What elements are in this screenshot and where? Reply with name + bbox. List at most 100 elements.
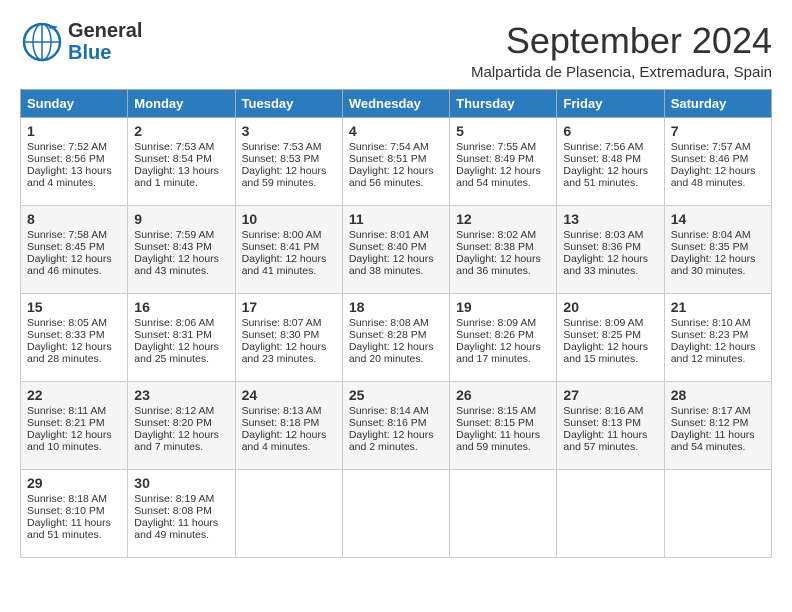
calendar-cell: 25Sunrise: 8:14 AMSunset: 8:16 PMDayligh… bbox=[342, 382, 449, 470]
daylight-text: Daylight: 12 hours and 56 minutes. bbox=[349, 165, 434, 189]
sunset-text: Sunset: 8:48 PM bbox=[563, 153, 641, 165]
sunrise-text: Sunrise: 8:12 AM bbox=[134, 405, 214, 417]
day-number: 10 bbox=[242, 211, 336, 227]
sunset-text: Sunset: 8:49 PM bbox=[456, 153, 534, 165]
sunset-text: Sunset: 8:15 PM bbox=[456, 417, 534, 429]
sunset-text: Sunset: 8:33 PM bbox=[27, 329, 105, 341]
sunset-text: Sunset: 8:56 PM bbox=[27, 153, 105, 165]
calendar-cell bbox=[342, 470, 449, 558]
logo-blue: Blue bbox=[68, 42, 142, 64]
sunset-text: Sunset: 8:30 PM bbox=[242, 329, 320, 341]
daylight-text: Daylight: 12 hours and 30 minutes. bbox=[671, 253, 756, 277]
calendar-cell: 6Sunrise: 7:56 AMSunset: 8:48 PMDaylight… bbox=[557, 118, 664, 206]
weekday-header-wednesday: Wednesday bbox=[342, 90, 449, 118]
calendar-cell: 4Sunrise: 7:54 AMSunset: 8:51 PMDaylight… bbox=[342, 118, 449, 206]
calendar-cell: 27 Sunrise: 8:16 AMSunset: 8:13 PMDayligh… bbox=[557, 382, 664, 470]
day-number: 22 bbox=[27, 387, 121, 403]
day-number: 4 bbox=[349, 123, 443, 139]
day-number: 23 bbox=[134, 387, 228, 403]
sunrise-text: Sunrise: 8:16 AM bbox=[563, 405, 643, 417]
sunset-text: Sunset: 8:43 PM bbox=[134, 241, 212, 253]
calendar-cell: 3Sunrise: 7:53 AMSunset: 8:53 PMDaylight… bbox=[235, 118, 342, 206]
sunrise-text: Sunrise: 8:01 AM bbox=[349, 229, 429, 241]
daylight-text: Daylight: 11 hours and 49 minutes. bbox=[134, 517, 218, 541]
calendar-week-row: 22Sunrise: 8:11 AMSunset: 8:21 PMDayligh… bbox=[21, 382, 772, 470]
daylight-text: Daylight: 11 hours and 51 minutes. bbox=[27, 517, 111, 541]
sunset-text: Sunset: 8:10 PM bbox=[27, 505, 105, 517]
globe-icon bbox=[20, 20, 64, 64]
calendar-cell: 14 Sunrise: 8:04 AMSunset: 8:35 PMDayligh… bbox=[664, 206, 771, 294]
calendar-cell bbox=[664, 470, 771, 558]
weekday-header-sunday: Sunday bbox=[21, 90, 128, 118]
daylight-text: Daylight: 12 hours and 28 minutes. bbox=[27, 341, 112, 365]
day-number: 19 bbox=[456, 299, 550, 315]
sunrise-text: Sunrise: 8:15 AM bbox=[456, 405, 536, 417]
daylight-text: Daylight: 12 hours and 20 minutes. bbox=[349, 341, 434, 365]
calendar-week-row: 1Sunrise: 7:52 AMSunset: 8:56 PMDaylight… bbox=[21, 118, 772, 206]
calendar-cell: 1Sunrise: 7:52 AMSunset: 8:56 PMDaylight… bbox=[21, 118, 128, 206]
weekday-header-row: SundayMondayTuesdayWednesdayThursdayFrid… bbox=[21, 90, 772, 118]
day-number: 13 bbox=[563, 211, 657, 227]
day-number: 30 bbox=[134, 475, 228, 491]
daylight-text: Daylight: 12 hours and 25 minutes. bbox=[134, 341, 219, 365]
daylight-text: Daylight: 11 hours and 57 minutes. bbox=[563, 429, 647, 453]
calendar-cell: 21Sunrise: 8:10 AMSunset: 8:23 PMDayligh… bbox=[664, 294, 771, 382]
sunset-text: Sunset: 8:54 PM bbox=[134, 153, 212, 165]
calendar-cell: 16Sunrise: 8:06 AMSunset: 8:31 PMDayligh… bbox=[128, 294, 235, 382]
daylight-text: Daylight: 12 hours and 48 minutes. bbox=[671, 165, 756, 189]
calendar-cell: 11Sunrise: 8:01 AMSunset: 8:40 PMDayligh… bbox=[342, 206, 449, 294]
day-number: 14 bbox=[671, 211, 765, 227]
sunrise-text: Sunrise: 8:04 AM bbox=[671, 229, 751, 241]
daylight-text: Daylight: 12 hours and 41 minutes. bbox=[242, 253, 327, 277]
sunrise-text: Sunrise: 7:55 AM bbox=[456, 141, 536, 153]
calendar-cell: 9Sunrise: 7:59 AMSunset: 8:43 PMDaylight… bbox=[128, 206, 235, 294]
sunset-text: Sunset: 8:08 PM bbox=[134, 505, 212, 517]
sunrise-text: Sunrise: 7:59 AM bbox=[134, 229, 214, 241]
calendar-cell: 12Sunrise: 8:02 AMSunset: 8:38 PMDayligh… bbox=[450, 206, 557, 294]
sunset-text: Sunset: 8:25 PM bbox=[563, 329, 641, 341]
sunset-text: Sunset: 8:18 PM bbox=[242, 417, 320, 429]
calendar-cell: 8Sunrise: 7:58 AMSunset: 8:45 PMDaylight… bbox=[21, 206, 128, 294]
daylight-text: Daylight: 13 hours and 4 minutes. bbox=[27, 165, 112, 189]
daylight-text: Daylight: 12 hours and 51 minutes. bbox=[563, 165, 648, 189]
day-number: 11 bbox=[349, 211, 443, 227]
sunrise-text: Sunrise: 8:19 AM bbox=[134, 493, 214, 505]
sunrise-text: Sunrise: 7:53 AM bbox=[134, 141, 214, 153]
calendar-cell: 22Sunrise: 8:11 AMSunset: 8:21 PMDayligh… bbox=[21, 382, 128, 470]
sunset-text: Sunset: 8:16 PM bbox=[349, 417, 427, 429]
calendar-cell: 19Sunrise: 8:09 AMSunset: 8:26 PMDayligh… bbox=[450, 294, 557, 382]
day-number: 2 bbox=[134, 123, 228, 139]
sunset-text: Sunset: 8:26 PM bbox=[456, 329, 534, 341]
daylight-text: Daylight: 13 hours and 1 minute. bbox=[134, 165, 219, 189]
daylight-text: Daylight: 12 hours and 12 minutes. bbox=[671, 341, 756, 365]
sunrise-text: Sunrise: 7:57 AM bbox=[671, 141, 751, 153]
sunrise-text: Sunrise: 7:58 AM bbox=[27, 229, 107, 241]
sunset-text: Sunset: 8:20 PM bbox=[134, 417, 212, 429]
sunrise-text: Sunrise: 7:53 AM bbox=[242, 141, 322, 153]
sunrise-text: Sunrise: 8:02 AM bbox=[456, 229, 536, 241]
sunrise-text: Sunrise: 8:18 AM bbox=[27, 493, 107, 505]
sunset-text: Sunset: 8:13 PM bbox=[563, 417, 641, 429]
day-number: 15 bbox=[27, 299, 121, 315]
daylight-text: Daylight: 12 hours and 46 minutes. bbox=[27, 253, 112, 277]
sunrise-text: Sunrise: 8:10 AM bbox=[671, 317, 751, 329]
day-number: 24 bbox=[242, 387, 336, 403]
sunset-text: Sunset: 8:21 PM bbox=[27, 417, 105, 429]
day-number: 29 bbox=[27, 475, 121, 491]
day-number: 12 bbox=[456, 211, 550, 227]
calendar-cell: 15 Sunrise: 8:05 AMSunset: 8:33 PMDayligh… bbox=[21, 294, 128, 382]
daylight-text: Daylight: 12 hours and 15 minutes. bbox=[563, 341, 648, 365]
sunset-text: Sunset: 8:53 PM bbox=[242, 153, 320, 165]
calendar-week-row: 29Sunrise: 8:18 AMSunset: 8:10 PMDayligh… bbox=[21, 470, 772, 558]
calendar-cell: 23Sunrise: 8:12 AMSunset: 8:20 PMDayligh… bbox=[128, 382, 235, 470]
sunrise-text: Sunrise: 8:13 AM bbox=[242, 405, 322, 417]
sunrise-text: Sunrise: 8:05 AM bbox=[27, 317, 107, 329]
calendar-cell bbox=[235, 470, 342, 558]
day-number: 27 bbox=[563, 387, 657, 403]
calendar-cell: 7Sunrise: 7:57 AMSunset: 8:46 PMDaylight… bbox=[664, 118, 771, 206]
weekday-header-thursday: Thursday bbox=[450, 90, 557, 118]
weekday-header-monday: Monday bbox=[128, 90, 235, 118]
sunset-text: Sunset: 8:35 PM bbox=[671, 241, 749, 253]
day-number: 18 bbox=[349, 299, 443, 315]
sunrise-text: Sunrise: 7:52 AM bbox=[27, 141, 107, 153]
